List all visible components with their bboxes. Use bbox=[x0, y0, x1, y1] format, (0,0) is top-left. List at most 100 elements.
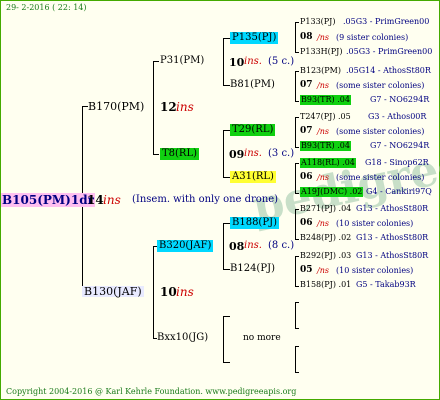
gen1-sire-number: 12 bbox=[160, 100, 177, 114]
gen2-node-a31[interactable]: A31(RL) bbox=[230, 171, 276, 183]
connector-line bbox=[295, 71, 299, 72]
gen4-count: 06 bbox=[300, 218, 313, 228]
gen4-node[interactable]: B292(PJ) .03 bbox=[300, 252, 351, 260]
gen3-node-t29[interactable]: T29(RL) bbox=[230, 124, 276, 136]
gen4-node[interactable]: P133H(PJ) bbox=[300, 48, 342, 56]
gen2-node-bxx10[interactable]: Bxx10(JG) bbox=[157, 333, 208, 343]
connector-line bbox=[223, 223, 230, 224]
gen2-p31-number: 10 bbox=[229, 56, 245, 69]
gen4-ins: /ns bbox=[317, 219, 329, 228]
gen4-sisters: (10 sister colonies) bbox=[336, 266, 414, 275]
gen4-ins: /ns bbox=[317, 33, 329, 42]
connector-line bbox=[295, 117, 296, 147]
root-number: 14 bbox=[87, 193, 104, 207]
connector-line bbox=[295, 302, 296, 328]
gen4-sisters: (some sister colonies) bbox=[336, 127, 425, 136]
gen4-code: .05G3 - PrimGreen00 bbox=[346, 47, 433, 56]
gen2-b320-sister-count: (8 c.) bbox=[268, 240, 295, 251]
gen4-code: G7 - NO6294R bbox=[370, 141, 430, 150]
gen4-node[interactable]: B248(PJ) .02 bbox=[300, 234, 351, 242]
gen2-p31-sister-count: (5 c.) bbox=[268, 56, 295, 67]
gen4-count: 05 bbox=[300, 265, 313, 275]
gen1-sire-ins: ins bbox=[176, 100, 194, 114]
gen2-no-more-label: no more bbox=[243, 333, 281, 343]
connector-line bbox=[223, 38, 224, 85]
connector-line bbox=[295, 286, 299, 287]
gen4-node[interactable]: B271(PJ) .04 bbox=[300, 205, 351, 213]
gen4-node[interactable]: A118(RL) .04 bbox=[300, 158, 356, 168]
root-note: (Insem. with only one drone) bbox=[132, 194, 279, 205]
gen4-code: .05G14 - AthosSt80R bbox=[346, 66, 431, 75]
gen1-dam-ins: ins bbox=[176, 285, 194, 299]
gen4-code: G7 - NO6294R bbox=[370, 95, 430, 104]
gen4-code: G5 - Takab93R bbox=[356, 280, 416, 289]
gen2-node-b124[interactable]: B124(PJ) bbox=[230, 264, 275, 274]
gen4-sisters: (9 sister colonies) bbox=[336, 33, 409, 42]
gen4-ins: /ns bbox=[317, 173, 329, 182]
connector-line bbox=[295, 256, 296, 286]
connector-line bbox=[223, 38, 230, 39]
gen1-dam-id[interactable]: B130(JAF) bbox=[82, 286, 144, 297]
gen4-node[interactable]: T247(PJ) .05 bbox=[300, 113, 351, 121]
connector-line bbox=[295, 101, 299, 102]
gen2-node-b81[interactable]: B81(PM) bbox=[230, 80, 275, 90]
gen4-code: G3 - Athos00R bbox=[368, 112, 427, 121]
gen4-code: .05G3 - PrimGreen00 bbox=[343, 17, 430, 26]
connector-line bbox=[295, 117, 299, 118]
connector-line bbox=[295, 147, 299, 148]
gen1-dam-number: 10 bbox=[160, 285, 177, 299]
gen2-t8-sister-count: (3 c.) bbox=[268, 148, 295, 159]
connector-line bbox=[223, 316, 230, 317]
gen2-t8-ins: ins. bbox=[244, 148, 262, 159]
connector-line bbox=[295, 163, 299, 164]
connector-line bbox=[223, 362, 230, 363]
gen2-b320-number: 08 bbox=[229, 240, 245, 253]
connector-line bbox=[153, 61, 154, 154]
root-queen-id[interactable]: B105(PM)1dr bbox=[1, 193, 95, 207]
connector-line bbox=[295, 372, 299, 373]
gen2-node-p31[interactable]: P31(PM) bbox=[160, 56, 204, 66]
gen4-code: G13 - AthosSt80R bbox=[356, 233, 429, 242]
gen4-ins: /ns bbox=[317, 127, 329, 136]
connector-line bbox=[295, 22, 299, 23]
connector-line bbox=[153, 61, 159, 62]
gen4-ins: /ns bbox=[317, 81, 329, 90]
connector-line bbox=[223, 130, 224, 177]
gen4-node[interactable]: B93(TR) .04 bbox=[300, 141, 351, 151]
connector-line bbox=[223, 85, 230, 86]
gen3-node-b188[interactable]: B188(PJ) bbox=[230, 217, 279, 229]
gen4-node[interactable]: A19J(DMC) .02 bbox=[300, 187, 364, 197]
gen4-node[interactable]: B123(PM) bbox=[300, 67, 341, 75]
connector-line bbox=[295, 52, 299, 53]
root-ins: ins bbox=[103, 193, 121, 207]
gen2-t8-number: 09 bbox=[229, 148, 245, 161]
header-date: 29- 2-2016 ( 22: 14) bbox=[6, 3, 87, 12]
gen4-node[interactable]: P133(PJ) bbox=[300, 18, 335, 26]
gen4-code: G13 - AthosSt80R bbox=[356, 204, 429, 213]
gen4-node[interactable]: B93(TR) .04 bbox=[300, 95, 351, 105]
gen2-b320-ins: ins. bbox=[244, 240, 262, 251]
gen4-count: 07 bbox=[300, 126, 313, 136]
connector-line bbox=[295, 209, 296, 239]
gen2-node-t8[interactable]: T8(RL) bbox=[160, 148, 200, 160]
gen3-node-p135[interactable]: P135(PJ) bbox=[230, 32, 279, 44]
gen4-node[interactable]: B158(PJ) .01 bbox=[300, 281, 351, 289]
connector-line bbox=[295, 302, 299, 303]
gen4-count: 08 bbox=[300, 32, 313, 42]
connector-line bbox=[295, 346, 296, 372]
gen4-sisters: (some sister colonies) bbox=[336, 81, 425, 90]
gen4-code: G18 - Sinop62R bbox=[365, 158, 429, 167]
connector-line bbox=[295, 193, 299, 194]
gen4-count: 07 bbox=[300, 80, 313, 90]
connector-line bbox=[295, 346, 299, 347]
connector-line bbox=[223, 269, 230, 270]
gen4-count: 06 bbox=[300, 172, 313, 182]
connector-line bbox=[295, 209, 299, 210]
connector-line bbox=[223, 223, 224, 269]
connector-line bbox=[153, 246, 154, 338]
gen4-sisters: (10 sister colonies) bbox=[336, 219, 414, 228]
gen2-node-b320[interactable]: B320(JAF) bbox=[157, 240, 214, 252]
gen1-sire-id[interactable]: B170(PM) bbox=[88, 101, 144, 112]
connector-line bbox=[223, 177, 230, 178]
connector-line bbox=[153, 154, 159, 155]
